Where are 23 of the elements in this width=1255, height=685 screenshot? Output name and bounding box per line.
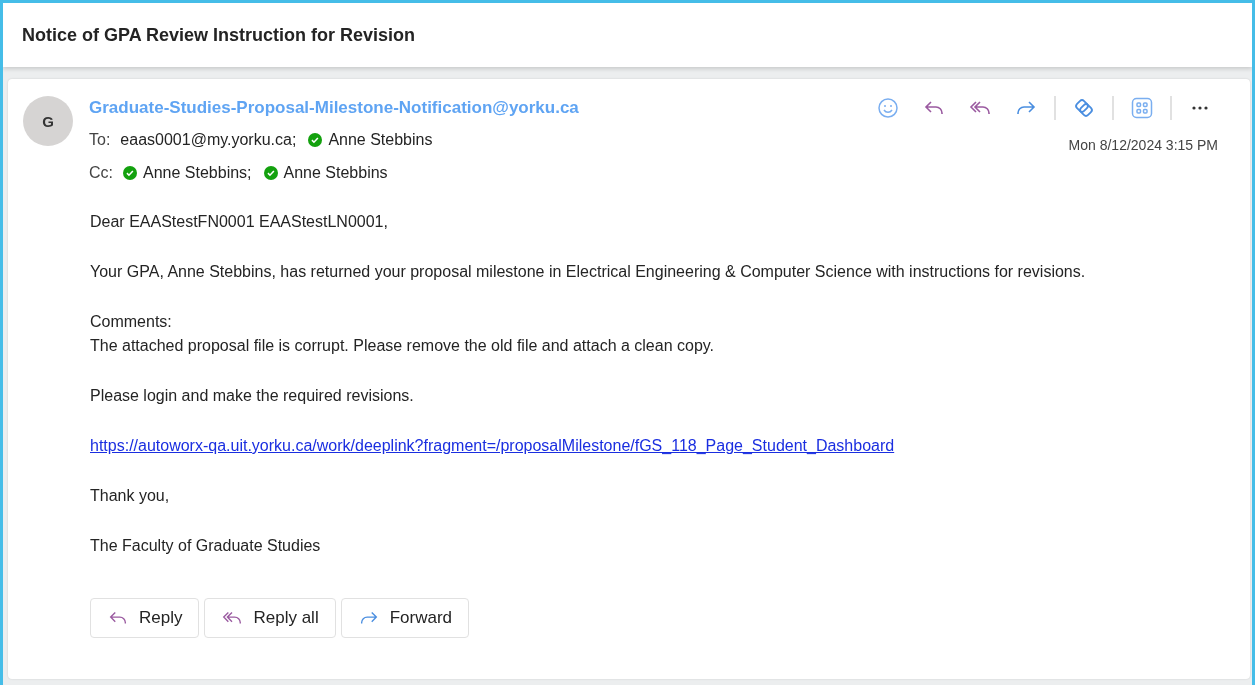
- body-text: The Faculty of Graduate Studies: [90, 536, 322, 556]
- dashboard-link[interactable]: https://autoworx-qa.uit.yorku.ca/work/deeplink?fragment=/proposalMilestone/fGS_118_Page_Student_Dashboard: [90, 437, 895, 454]
- sender-avatar: G: [23, 96, 73, 146]
- cc-label: Cc:: [89, 164, 113, 182]
- reply-button[interactable]: Reply: [90, 598, 200, 638]
- body-text: Please login and make the required revisions.: [90, 386, 415, 406]
- forward-button[interactable]: Forward: [340, 598, 470, 638]
- email-subject: Notice of GPA Review Instruction for Revision: [22, 24, 416, 46]
- body-text: Dear EAAStestFN0001 EAAStestLN0001,: [90, 212, 389, 232]
- recipient-name[interactable]: Anne Stebbins: [283, 164, 388, 182]
- recipient-name[interactable]: eaas0001@my.yorku.ca;: [120, 131, 297, 149]
- reply-all-button[interactable]: Reply all: [204, 598, 336, 638]
- body-text: The attached proposal file is corrupt. Please remove the old file and attach a clean copy.: [90, 336, 716, 356]
- recipient-name[interactable]: Anne Stebbins: [328, 131, 433, 149]
- loop-icon[interactable]: [1072, 96, 1096, 120]
- apps-icon[interactable]: [1130, 96, 1154, 120]
- emoji-icon[interactable]: [876, 96, 900, 120]
- recipient-name[interactable]: Anne Stebbins;: [143, 164, 252, 182]
- body-text: Thank you,: [90, 486, 171, 506]
- body-text: Your GPA, Anne Stebbins, has returned your proposal milestone in Electrical Engineering & Computer Science with instructions for revisions.: [90, 262, 1087, 282]
- to-label: To:: [89, 131, 111, 149]
- sent-date: Mon 8/12/2024 3:15 PM: [1068, 137, 1218, 153]
- body-text: Comments:: [90, 312, 173, 332]
